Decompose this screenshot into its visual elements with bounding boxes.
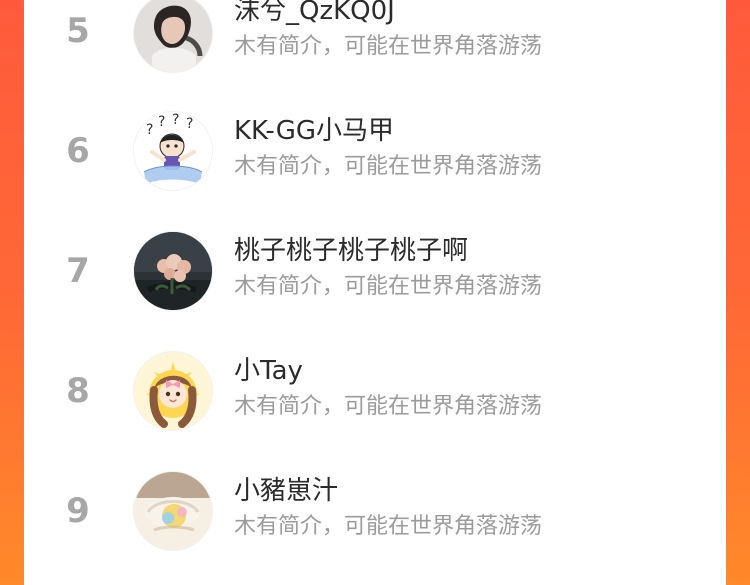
svg-text:?: ? <box>146 122 153 138</box>
ranking-panel: 5 沫兮_QzKQ0J 木有简介，可能在世界角落游荡 6 ? ? ? ? KK-… <box>24 0 726 585</box>
ranking-row[interactable]: 5 沫兮_QzKQ0J 木有简介，可能在世界角落游荡 <box>24 0 726 92</box>
avatar-flowers-photo-icon <box>134 232 212 310</box>
rank-number: 6 <box>66 131 90 171</box>
user-bio: 木有简介，可能在世界角落游荡 <box>234 514 543 539</box>
avatar-photo-person-icon <box>134 0 212 72</box>
user-bio: 木有简介，可能在世界角落游荡 <box>234 34 543 59</box>
username[interactable]: KK-GG小马甲 <box>234 116 394 146</box>
username[interactable]: 小豬崽汁 <box>234 476 338 506</box>
avatar-anime-girl-icon <box>134 352 212 430</box>
ranking-row[interactable]: 9 小豬崽汁 木有简介，可能在世界角落游荡 <box>24 452 726 572</box>
rank-number: 7 <box>66 251 90 291</box>
user-bio: 木有简介，可能在世界角落游荡 <box>234 394 543 419</box>
user-bio: 木有简介，可能在世界角落游荡 <box>234 154 543 179</box>
avatar-food-photo-icon <box>134 472 212 550</box>
rank-number: 8 <box>66 371 90 411</box>
ranking-row[interactable]: 7 桃子桃子桃子桃子啊 木有简介，可能在世界角落游荡 <box>24 212 726 332</box>
avatar[interactable] <box>134 472 212 550</box>
rank-number: 5 <box>66 11 90 51</box>
avatar[interactable] <box>134 0 212 72</box>
user-bio: 木有简介，可能在世界角落游荡 <box>234 274 543 299</box>
avatar[interactable] <box>134 352 212 430</box>
ranking-row[interactable]: 8 小Tay 木有简介，可能在世界角落游荡 <box>24 332 726 452</box>
svg-text:?: ? <box>172 112 179 128</box>
avatar[interactable] <box>134 232 212 310</box>
avatar[interactable]: ? ? ? ? <box>134 112 212 190</box>
username[interactable]: 沫兮_QzKQ0J <box>234 0 395 26</box>
rank-number: 9 <box>66 491 90 531</box>
svg-text:?: ? <box>186 116 193 132</box>
ranking-row[interactable]: 6 ? ? ? ? KK-GG小马甲 木有简介，可能在世界角落游荡 <box>24 92 726 212</box>
username[interactable]: 小Tay <box>234 356 303 386</box>
svg-text:?: ? <box>158 114 165 130</box>
avatar-cartoon-confused-boy-icon: ? ? ? ? <box>134 112 212 190</box>
username[interactable]: 桃子桃子桃子桃子啊 <box>234 236 468 266</box>
